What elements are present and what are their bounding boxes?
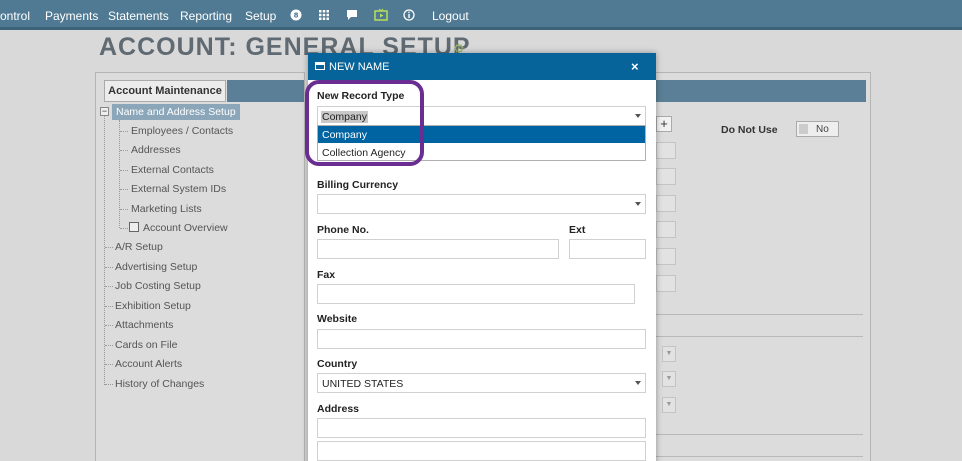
chevron-down-icon [635,202,641,206]
website-label: Website [317,313,358,325]
window-icon [315,62,325,70]
tab-strip [227,80,304,102]
tree-item-account-alerts[interactable]: Account Alerts [115,358,182,370]
billing-currency-label: Billing Currency [317,179,399,191]
chevron-down-icon [635,381,641,385]
background-field [656,195,676,212]
phone-field[interactable] [317,239,559,259]
background-field [656,248,676,265]
info-icon[interactable] [403,9,415,21]
new-name-dialog: NEW NAME × New Record Type Company Compa… [308,53,656,461]
billing-currency-select[interactable] [317,194,646,214]
chat-icon[interactable] [346,9,358,21]
section-divider [656,336,863,337]
background-field [656,221,676,238]
do-not-use-label: Do Not Use [721,124,778,136]
dialog-title: NEW NAME [329,61,390,73]
tree-item-account-overview[interactable]: Account Overview [143,222,228,234]
record-type-dropdown: Company Collection Agency [317,125,646,161]
fax-field[interactable] [317,284,635,304]
tree-connector [105,384,113,385]
tree-connector [120,189,128,190]
nav-item-setup[interactable]: Setup [245,9,276,23]
tree-connector [105,267,113,268]
tab-account-maintenance[interactable]: Account Maintenance [104,80,226,102]
record-type-select[interactable]: Company [317,106,646,126]
ext-field[interactable] [569,239,646,259]
phone-label: Phone No. [317,224,369,236]
logout-link[interactable]: Logout [432,9,469,23]
tree-connector [105,364,113,365]
tree-connector [120,170,128,171]
country-select[interactable]: UNITED STATES [317,373,646,393]
website-field[interactable] [317,329,646,349]
add-button[interactable]: + [656,116,672,132]
collapse-icon[interactable]: − [100,107,109,116]
nav-item-control[interactable]: ontrol [0,9,30,23]
tree-item-cards-on-file[interactable]: Cards on File [115,339,177,351]
tree-item-ar-setup[interactable]: A/R Setup [115,241,163,253]
nav-item-reporting[interactable]: Reporting [180,9,232,23]
background-field [656,142,676,159]
record-type-label: New Record Type [317,90,405,102]
background-field [656,168,676,185]
toggle-value: No [816,124,829,135]
tree-item-attachments[interactable]: Attachments [115,319,173,331]
fax-label: Fax [317,269,336,281]
tree-item-external-contacts[interactable]: External Contacts [131,164,214,176]
tree-connector [120,228,128,229]
chevron-down-icon [635,114,641,118]
address-line2-field[interactable] [317,441,646,461]
background-dropdown: ▼ [662,397,676,413]
tree-connector [120,209,128,210]
tree-item-name-and-address-setup[interactable]: Name and Address Setup [112,104,240,120]
tree-connector [105,325,113,326]
tree-item-external-system-ids[interactable]: External System IDs [131,183,226,195]
address-label: Address [317,403,360,415]
country-value: UNITED STATES [322,378,404,390]
close-icon[interactable]: × [631,59,639,74]
toggle-knob [799,124,808,134]
details-header-strip [656,80,866,102]
tree-item-history-of-changes[interactable]: History of Changes [115,378,204,390]
tree-item-marketing-lists[interactable]: Marketing Lists [131,203,202,215]
tree-item-advertising-setup[interactable]: Advertising Setup [115,261,197,273]
tree-connector [105,247,113,248]
background-dropdown: ▼ [662,346,676,362]
tree-connector [105,306,113,307]
tree-item-job-costing-setup[interactable]: Job Costing Setup [115,280,201,292]
tree-item-employees-contacts[interactable]: Employees / Contacts [131,125,233,137]
tree-item-addresses[interactable]: Addresses [131,144,181,156]
grid-icon[interactable] [318,9,330,21]
dialog-header: NEW NAME × [308,53,656,80]
address-line1-field[interactable] [317,418,646,438]
country-label: Country [317,358,358,370]
overview-icon [129,222,139,232]
section-divider [656,314,863,315]
tree-connector [105,286,113,287]
section-divider [656,456,863,457]
tree-connector [120,150,128,151]
nav-item-statements[interactable]: Statements [108,9,169,23]
badge-icon[interactable]: 8 [290,9,302,21]
svg-text:8: 8 [294,12,299,20]
ext-label: Ext [569,224,586,236]
top-navigation-bar: ontrol Payments Statements Reporting Set… [0,0,962,30]
tree-connector [120,131,128,132]
section-divider [656,434,863,435]
media-icon[interactable] [374,8,388,21]
record-type-value: Company [321,111,368,123]
option-collection-agency[interactable]: Collection Agency [318,144,645,161]
background-dropdown: ▼ [662,371,676,387]
tree-connector [119,120,120,228]
nav-item-payments[interactable]: Payments [45,9,98,23]
do-not-use-toggle[interactable]: No [796,121,839,137]
option-company[interactable]: Company [318,126,645,143]
tree-connector [105,345,113,346]
tree-item-exhibition-setup[interactable]: Exhibition Setup [115,300,191,312]
background-field [656,275,676,292]
